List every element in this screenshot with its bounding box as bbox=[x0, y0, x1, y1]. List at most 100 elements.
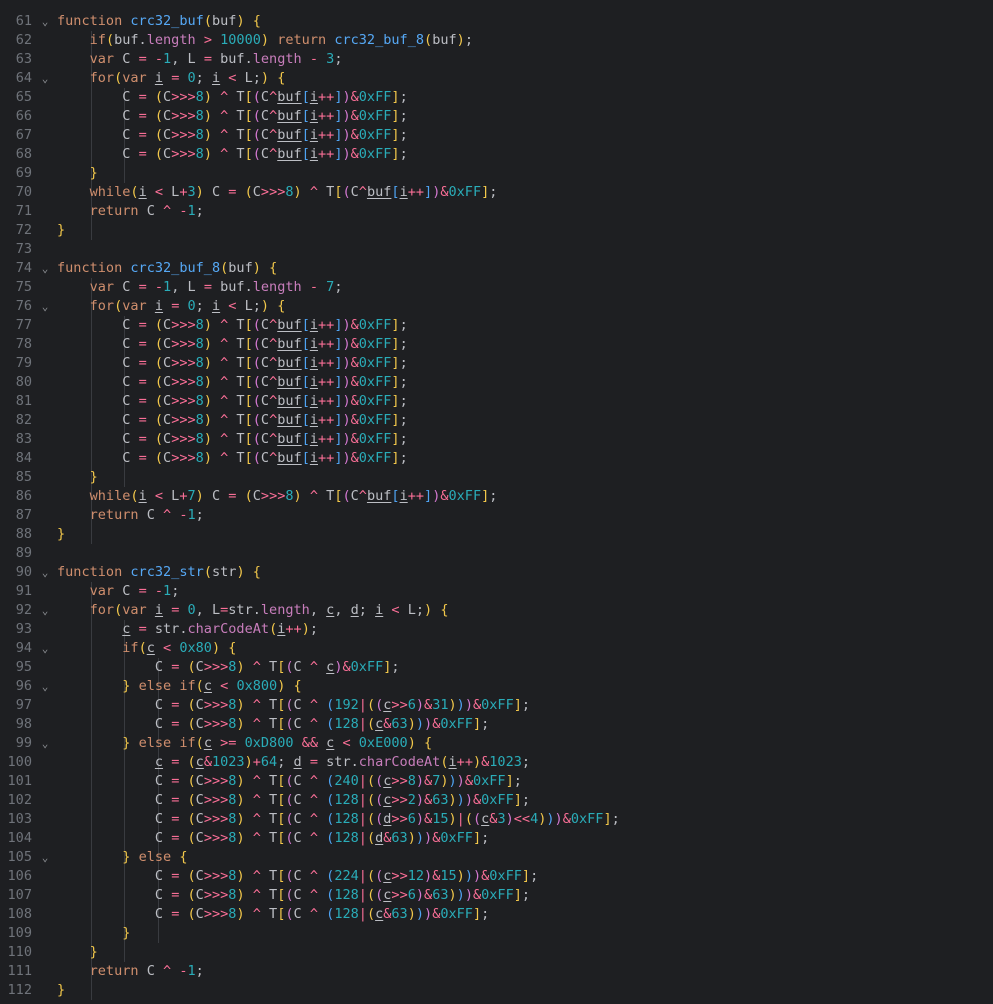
code-line[interactable]: 66 C = (C>>>8) ^ T[(C^buf[i++])&0xFF]; bbox=[0, 107, 993, 126]
code-text: } else { bbox=[122, 849, 188, 865]
code-line[interactable]: 77 C = (C>>>8) ^ T[(C^buf[i++])&0xFF]; bbox=[0, 316, 993, 335]
code-text: var C = -1; bbox=[89, 583, 180, 599]
code-line[interactable]: 110 } bbox=[0, 943, 993, 962]
code-line[interactable]: 97 C = (C>>>8) ^ T[(C ^ (192|((c>>6)&31)… bbox=[0, 696, 993, 715]
code-line[interactable]: 63 var C = -1, L = buf.length - 3; bbox=[0, 50, 993, 69]
line-number: 62 bbox=[15, 32, 32, 48]
code-line[interactable]: 62 if(buf.length > 10000) return crc32_b… bbox=[0, 31, 993, 50]
line-number: 90 bbox=[15, 564, 32, 580]
code-text: return C ^ -1; bbox=[89, 963, 204, 979]
code-text: C = (C>>>8) ^ T[(C^buf[i++])&0xFF]; bbox=[57, 393, 408, 409]
code-line[interactable]: 87 return C ^ -1; bbox=[0, 506, 993, 525]
line-number: 70 bbox=[15, 184, 32, 200]
code-editor[interactable]: 61 ⌄ function crc32_buf(buf) {62 if(buf.le… bbox=[0, 0, 993, 1004]
code-line[interactable]: 71 return C ^ -1; bbox=[0, 202, 993, 221]
line-number: 85 bbox=[15, 469, 32, 485]
code-text: C = (C>>>8) ^ T[(C^buf[i++])&0xFF]; bbox=[57, 89, 408, 105]
fold-chevron-icon[interactable]: ⌄ bbox=[38, 848, 52, 867]
code-line[interactable]: 98 C = (C>>>8) ^ T[(C ^ (128|(c&63)))&0x… bbox=[0, 715, 993, 734]
code-line[interactable]: 106 C = (C>>>8) ^ T[(C ^ (224|((c>>12)&1… bbox=[0, 867, 993, 886]
code-line[interactable]: 75 var C = -1, L = buf.length - 7; bbox=[0, 278, 993, 297]
code-line[interactable]: 79 C = (C>>>8) ^ T[(C^buf[i++])&0xFF]; bbox=[0, 354, 993, 373]
code-line[interactable]: 70 while(i < L+3) C = (C>>>8) ^ T[(C^buf… bbox=[0, 183, 993, 202]
code-line[interactable]: 86 while(i < L+7) C = (C>>>8) ^ T[(C^buf… bbox=[0, 487, 993, 506]
line-number: 104 bbox=[7, 830, 32, 846]
fold-chevron-icon[interactable]: ⌄ bbox=[38, 259, 52, 278]
code-line[interactable]: 74 ⌄ function crc32_buf_8(buf) { bbox=[0, 259, 993, 278]
code-line[interactable]: 92 ⌄ for(var i = 0, L=str.length, c, d; i… bbox=[0, 601, 993, 620]
code-line[interactable]: 105 ⌄ } else { bbox=[0, 848, 993, 867]
code-line[interactable]: 83 C = (C>>>8) ^ T[(C^buf[i++])&0xFF]; bbox=[0, 430, 993, 449]
code-line[interactable]: 104 C = (C>>>8) ^ T[(C ^ (128|(d&63)))&0… bbox=[0, 829, 993, 848]
code-line[interactable]: 96 ⌄ } else if(c < 0x800) { bbox=[0, 677, 993, 696]
code-text: function crc32_buf_8(buf) { bbox=[57, 260, 278, 276]
code-line[interactable]: 69 } bbox=[0, 164, 993, 183]
code-text: C = (C>>>8) ^ T[(C^buf[i++])&0xFF]; bbox=[57, 336, 408, 352]
line-number: 99 bbox=[15, 735, 32, 751]
code-text: C = (C>>>8) ^ T[(C^buf[i++])&0xFF]; bbox=[57, 412, 408, 428]
code-line[interactable]: 93 c = str.charCodeAt(i++); bbox=[0, 620, 993, 639]
code-line[interactable]: 108 C = (C>>>8) ^ T[(C ^ (128|(c&63)))&0… bbox=[0, 905, 993, 924]
code-line[interactable]: 81 C = (C>>>8) ^ T[(C^buf[i++])&0xFF]; bbox=[0, 392, 993, 411]
code-line[interactable]: 84 C = (C>>>8) ^ T[(C^buf[i++])&0xFF]; bbox=[0, 449, 993, 468]
code-line[interactable]: 107 C = (C>>>8) ^ T[(C ^ (128|((c>>6)&63… bbox=[0, 886, 993, 905]
code-line[interactable]: 99 ⌄ } else if(c >= 0xD800 && c < 0xE000)… bbox=[0, 734, 993, 753]
code-text: function crc32_buf(buf) { bbox=[57, 13, 261, 29]
line-number: 82 bbox=[15, 412, 32, 428]
fold-chevron-icon[interactable]: ⌄ bbox=[38, 12, 52, 31]
code-text: C = (C>>>8) ^ T[(C^buf[i++])&0xFF]; bbox=[57, 431, 408, 447]
code-line[interactable]: 80 C = (C>>>8) ^ T[(C^buf[i++])&0xFF]; bbox=[0, 373, 993, 392]
fold-chevron-icon[interactable]: ⌄ bbox=[38, 677, 52, 696]
code-line[interactable]: 102 C = (C>>>8) ^ T[(C ^ (128|((c>>2)&63… bbox=[0, 791, 993, 810]
line-number: 80 bbox=[15, 374, 32, 390]
code-line[interactable]: 89 bbox=[0, 544, 993, 563]
code-line[interactable]: 72} bbox=[0, 221, 993, 240]
code-line[interactable]: 109 } bbox=[0, 924, 993, 943]
code-text: for(var i = 0; i < L;) { bbox=[89, 70, 286, 86]
code-line[interactable]: 91 var C = -1; bbox=[0, 582, 993, 601]
line-number: 93 bbox=[15, 621, 32, 637]
code-text: } else if(c >= 0xD800 && c < 0xE000) { bbox=[122, 735, 433, 751]
code-line[interactable]: 85 } bbox=[0, 468, 993, 487]
line-number: 102 bbox=[7, 792, 32, 808]
code-text: C = (C>>>8) ^ T[(C ^ c)&0xFF]; bbox=[57, 659, 400, 675]
code-line[interactable]: 78 C = (C>>>8) ^ T[(C^buf[i++])&0xFF]; bbox=[0, 335, 993, 354]
fold-chevron-icon[interactable]: ⌄ bbox=[38, 601, 52, 620]
fold-chevron-icon[interactable]: ⌄ bbox=[38, 69, 52, 88]
fold-chevron-icon[interactable]: ⌄ bbox=[38, 639, 52, 658]
code-line[interactable]: 100 c = (c&1023)+64; d = str.charCodeAt(… bbox=[0, 753, 993, 772]
code-text: C = (C>>>8) ^ T[(C ^ (128|(c&63)))&0xFF]… bbox=[57, 716, 490, 732]
code-text: var C = -1, L = buf.length - 7; bbox=[89, 279, 343, 295]
line-number: 69 bbox=[15, 165, 32, 181]
code-text: C = (C>>>8) ^ T[(C ^ (128|((c>>6)&63)))&… bbox=[57, 887, 531, 903]
code-line[interactable]: 68 C = (C>>>8) ^ T[(C^buf[i++])&0xFF]; bbox=[0, 145, 993, 164]
fold-chevron-icon[interactable]: ⌄ bbox=[38, 563, 52, 582]
code-line[interactable]: 95 C = (C>>>8) ^ T[(C ^ c)&0xFF]; bbox=[0, 658, 993, 677]
line-number: 74 bbox=[15, 260, 32, 276]
code-line[interactable]: 64 ⌄ for(var i = 0; i < L;) { bbox=[0, 69, 993, 88]
line-number: 68 bbox=[15, 146, 32, 162]
code-line[interactable]: 76 ⌄ for(var i = 0; i < L;) { bbox=[0, 297, 993, 316]
code-text: C = (C>>>8) ^ T[(C ^ (128|((d>>6)&15)|((… bbox=[57, 811, 620, 827]
line-number: 79 bbox=[15, 355, 32, 371]
code-text: C = (C>>>8) ^ T[(C ^ (128|(c&63)))&0xFF]… bbox=[57, 906, 490, 922]
fold-chevron-icon[interactable]: ⌄ bbox=[38, 297, 52, 316]
code-text: return C ^ -1; bbox=[89, 203, 204, 219]
code-line[interactable]: 103 C = (C>>>8) ^ T[(C ^ (128|((d>>6)&15… bbox=[0, 810, 993, 829]
code-line[interactable]: 65 C = (C>>>8) ^ T[(C^buf[i++])&0xFF]; bbox=[0, 88, 993, 107]
code-line[interactable]: 94 ⌄ if(c < 0x80) { bbox=[0, 639, 993, 658]
code-line[interactable]: 82 C = (C>>>8) ^ T[(C^buf[i++])&0xFF]; bbox=[0, 411, 993, 430]
line-number: 66 bbox=[15, 108, 32, 124]
code-line[interactable]: 88} bbox=[0, 525, 993, 544]
code-line[interactable]: 112} bbox=[0, 981, 993, 1000]
code-line[interactable]: 73 bbox=[0, 240, 993, 259]
code-text: C = (C>>>8) ^ T[(C^buf[i++])&0xFF]; bbox=[57, 127, 408, 143]
code-line[interactable]: 111 return C ^ -1; bbox=[0, 962, 993, 981]
code-text: var C = -1, L = buf.length - 3; bbox=[89, 51, 343, 67]
line-number: 105 bbox=[7, 849, 32, 865]
code-line[interactable]: 101 C = (C>>>8) ^ T[(C ^ (240|((c>>8)&7)… bbox=[0, 772, 993, 791]
code-line[interactable]: 61 ⌄ function crc32_buf(buf) { bbox=[0, 12, 993, 31]
code-line[interactable]: 90 ⌄ function crc32_str(str) { bbox=[0, 563, 993, 582]
fold-chevron-icon[interactable]: ⌄ bbox=[38, 734, 52, 753]
code-line[interactable]: 67 C = (C>>>8) ^ T[(C^buf[i++])&0xFF]; bbox=[0, 126, 993, 145]
